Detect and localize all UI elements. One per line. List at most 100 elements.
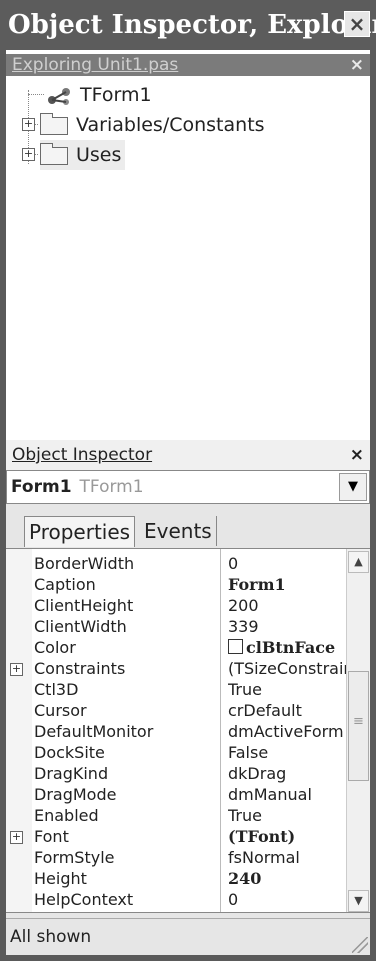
expand-icon[interactable]: + [10,831,23,844]
status-bar: All shown [6,918,370,955]
chevron-down-icon: ▼ [348,479,358,494]
object-inspector-panel: Object Inspector × Form1 TForm1 ▼ Propert… [6,440,370,955]
window-title-text: Object Inspector, Exploring ... [8,10,376,40]
property-name: BorderWidth [34,554,135,573]
property-name: Font [34,827,69,846]
property-value[interactable]: fsNormal [228,847,346,869]
property-row[interactable]: HelpFile [6,910,346,912]
folder-icon [40,112,68,135]
property-value[interactable]: dmActiveForm [228,721,346,743]
chevron-up-icon: ▲ [354,555,363,568]
combo-dropdown-button[interactable]: ▼ [339,473,367,501]
property-value-text: clBtnFace [246,638,336,657]
property-value[interactable]: 200 [228,595,346,617]
property-row[interactable]: BorderWidth 0 [6,553,346,575]
property-name: Caption [34,575,96,594]
property-value[interactable]: True [228,805,346,827]
property-name: DragKind [34,764,109,783]
scroll-thumb[interactable] [348,671,369,781]
property-row[interactable]: Color clBtnFace [6,637,346,659]
property-value[interactable]: 240 [228,868,346,890]
property-value[interactable]: 0 [228,553,346,575]
close-icon: × [348,12,366,36]
code-explorer-panel: Exploring Unit1.pas × TForm1 + Variables [6,50,370,440]
property-grid: BorderWidth 0 Caption Form1 ClientHeight 200 C… [6,548,370,913]
explorer-header: Exploring Unit1.pas × [6,54,370,76]
inspector-close-icon[interactable]: × [350,440,364,470]
tree-item-tform1[interactable]: TForm1 [46,80,152,110]
property-name: ClientWidth [34,617,127,636]
property-name: Enabled [34,806,99,825]
property-row[interactable]: DragMode dmManual [6,784,346,806]
explorer-tree: TForm1 + Variables/Constants + Uses [6,80,370,440]
property-name: ClientHeight [34,596,134,615]
property-name: DockSite [34,743,105,762]
property-row[interactable]: Height 240 [6,868,346,890]
object-selector[interactable]: Form1 TForm1 ▼ [6,470,370,504]
property-value[interactable]: Form1 [228,574,346,596]
property-value[interactable]: (TFont) [228,826,346,848]
tree-connector [28,94,44,95]
property-value[interactable]: dmManual [228,784,346,806]
property-name: Ctl3D [34,680,79,699]
form-icon [48,87,70,105]
tab-events[interactable]: Events [140,516,217,546]
property-row[interactable]: Caption Form1 [6,574,346,596]
scroll-down-button[interactable]: ▼ [348,890,369,912]
tree-item-uses[interactable]: Uses [40,140,126,170]
property-name: Cursor [34,701,87,720]
inspector-tabs: Properties Events [6,506,370,547]
property-name: Constraints [34,659,126,678]
chevron-down-icon: ▼ [354,894,363,907]
expand-icon[interactable]: + [22,148,35,161]
property-name: HelpFile [34,910,97,912]
property-row[interactable]: Cursor crDefault [6,700,346,722]
window-close-button[interactable]: × [344,11,370,37]
tree-item-label: TForm1 [80,84,152,106]
tree-item-label: Variables/Constants [76,114,265,136]
selected-object-class: TForm1 [79,477,144,497]
property-value[interactable]: clBtnFace [228,637,346,659]
explorer-title: Exploring Unit1.pas [12,55,179,75]
property-value[interactable]: False [228,742,346,764]
property-name: DragMode [34,785,117,804]
property-row[interactable]: + Constraints (TSizeConstraints) [6,658,346,680]
tab-properties[interactable]: Properties [24,516,136,547]
property-row[interactable]: FormStyle fsNormal [6,847,346,869]
property-name: FormStyle [34,848,115,867]
tab-label: Properties [29,520,131,544]
property-row[interactable]: DragKind dkDrag [6,763,346,785]
scroll-up-button[interactable]: ▲ [348,551,369,573]
property-row[interactable]: HelpContext 0 [6,889,346,911]
property-row[interactable]: ClientWidth 339 [6,616,346,638]
tree-item-label: Uses [76,144,122,166]
inspector-title: Object Inspector [12,445,153,465]
property-name: DefaultMonitor [34,722,154,741]
property-row[interactable]: Ctl3D True [6,679,346,701]
property-value[interactable]: crDefault [228,700,346,722]
property-value[interactable]: (TSizeConstraints) [228,658,346,680]
property-row[interactable]: DefaultMonitor dmActiveForm [6,721,346,743]
property-row[interactable]: Enabled True [6,805,346,827]
expand-icon[interactable]: + [22,118,35,131]
property-value[interactable]: True [228,679,346,701]
property-name: HelpContext [34,890,134,909]
inspector-header: Object Inspector × [6,440,370,470]
property-name: Height [34,869,87,888]
property-value[interactable]: 339 [228,616,346,638]
property-value[interactable]: dkDrag [228,763,346,785]
property-row[interactable]: DockSite False [6,742,346,764]
color-swatch-icon [228,639,243,654]
folder-icon [40,142,68,165]
tree-item-variables-constants[interactable]: Variables/Constants [40,110,265,140]
property-row[interactable]: ClientHeight 200 [6,595,346,617]
property-row[interactable]: + Font (TFont) [6,826,346,848]
status-text: All shown [10,927,92,947]
tab-label: Events [144,519,212,543]
expand-icon[interactable]: + [10,663,23,676]
vertical-scrollbar[interactable]: ▲ ▼ [346,549,370,912]
property-value[interactable]: 0 [228,889,346,911]
explorer-close-icon[interactable]: × [350,54,364,76]
resize-grip-icon[interactable] [352,937,368,953]
property-name: Color [34,638,76,657]
